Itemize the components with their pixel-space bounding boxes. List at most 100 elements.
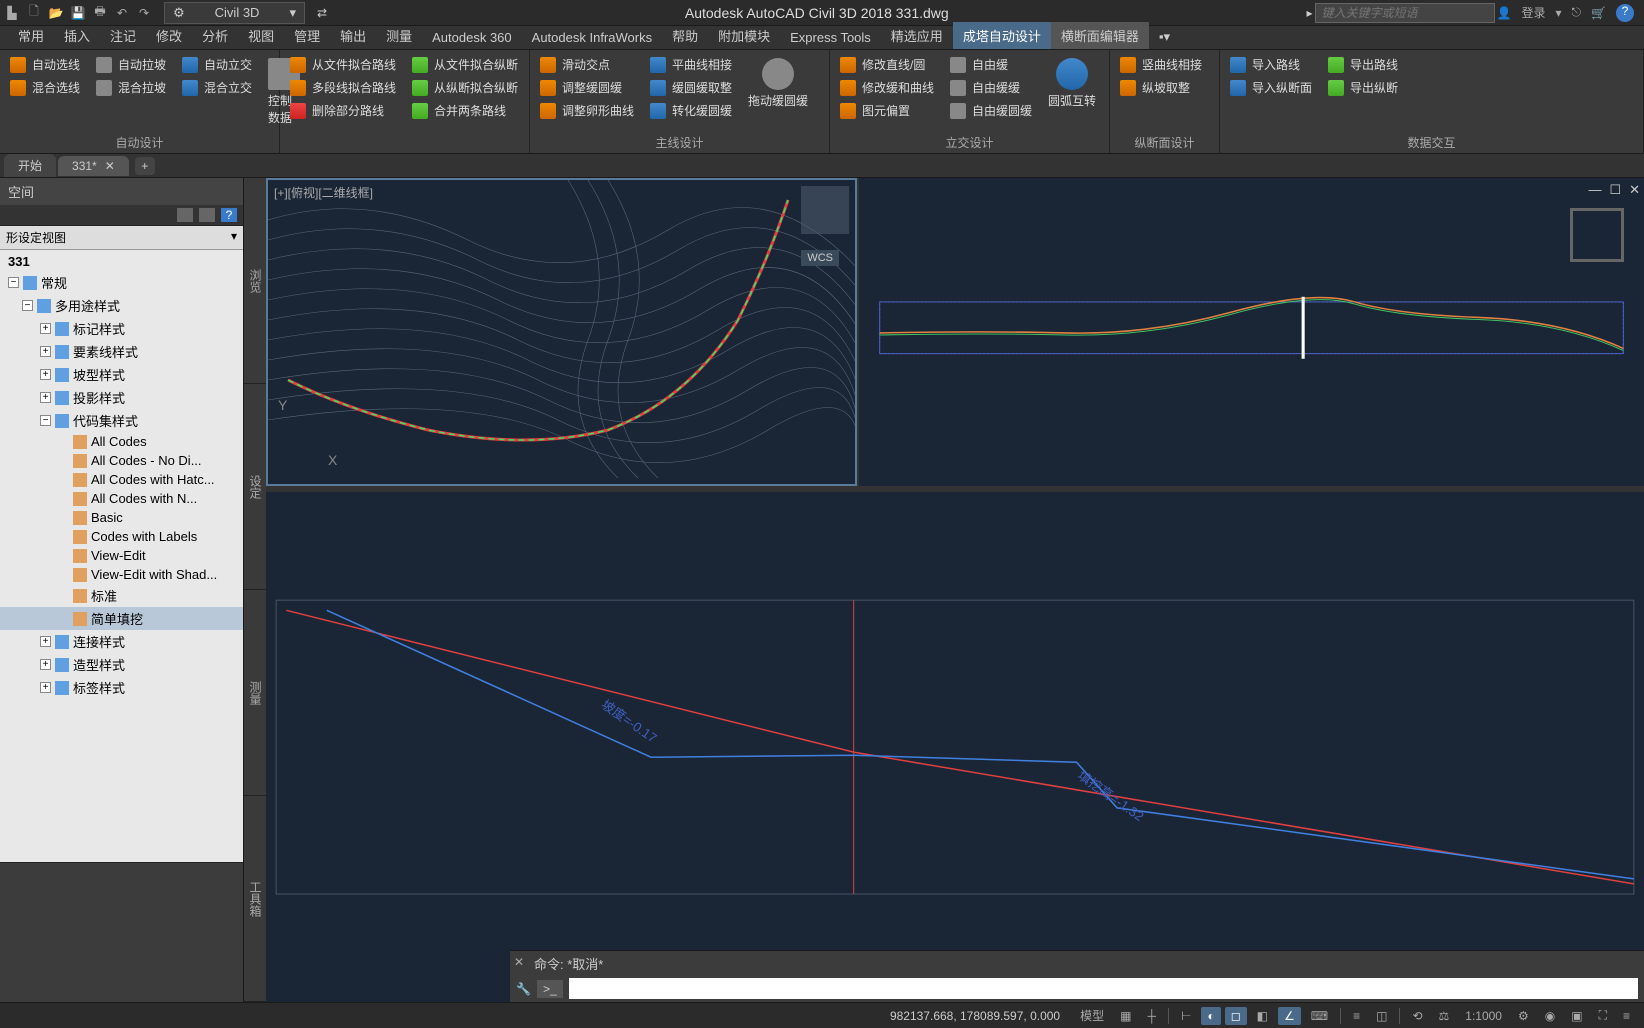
import-route-button[interactable]: 导入路线 [1226, 54, 1316, 75]
close-icon[interactable]: ✕ [1629, 182, 1640, 198]
osnap-icon[interactable]: ◻ [1225, 1007, 1247, 1025]
hcurve-connect-button[interactable]: 平曲线相接 [646, 54, 736, 75]
file-tab[interactable]: 开始 [4, 154, 56, 177]
ribbon-tab-16[interactable]: 横断面编辑器 [1051, 22, 1149, 49]
offset-entity-button[interactable]: 图元偏置 [836, 100, 938, 121]
expand-icon[interactable]: − [8, 277, 19, 288]
adjust-egg-button[interactable]: 调整卵形曲线 [536, 100, 638, 121]
auto-slope-button[interactable]: 自动拉坡 [92, 54, 170, 75]
otrack-icon[interactable]: ∠ [1278, 1007, 1301, 1025]
new-tab-button[interactable]: + [135, 157, 155, 175]
tree-node[interactable]: Basic [0, 508, 243, 527]
ribbon-tab-13[interactable]: Express Tools [780, 26, 881, 49]
close-icon[interactable]: ✕ [514, 955, 524, 969]
cart-icon[interactable]: 🛒 [1591, 6, 1606, 20]
export-route-button[interactable]: 导出路线 [1324, 54, 1402, 75]
side-tab[interactable]: 设定 [244, 384, 266, 590]
close-icon[interactable]: ✕ [105, 159, 115, 173]
profile-overview-viewport[interactable] [859, 178, 1644, 486]
view-selector[interactable]: 形设定视图▾ [0, 226, 243, 250]
free-scs-button[interactable]: 自由缓圆缓 [946, 100, 1036, 121]
3dosnap-icon[interactable]: ◧ [1251, 1007, 1274, 1025]
viewcube[interactable] [1570, 208, 1624, 262]
edit-line-circle-button[interactable]: 修改直线/圆 [836, 54, 938, 75]
ribbon-tab-12[interactable]: 附加模块 [708, 22, 780, 49]
section-viewport[interactable]: 坡度=-0.17 填挖高=-1.32 [266, 492, 1644, 1002]
ribbon-tab-10[interactable]: Autodesk InfraWorks [522, 26, 662, 49]
expand-icon[interactable]: + [40, 369, 51, 380]
ribbon-tab-6[interactable]: 管理 [284, 22, 330, 49]
help-search-input[interactable] [1315, 3, 1495, 23]
transparency-icon[interactable]: ◫ [1370, 1007, 1393, 1025]
auto-select-line-button[interactable]: 自动选线 [6, 54, 84, 75]
ribbon-tab-0[interactable]: 常用 [8, 22, 54, 49]
ribbon-tab-2[interactable]: 注记 [100, 22, 146, 49]
scs-round-button[interactable]: 缓圆缓取整 [646, 77, 736, 98]
expand-icon[interactable]: + [40, 392, 51, 403]
free-ss-button[interactable]: 自由缓缓 [946, 77, 1036, 98]
vcurve-connect-button[interactable]: 竖曲线相接 [1116, 54, 1206, 75]
tree-node[interactable]: +要素线样式 [0, 340, 243, 363]
tree-node[interactable]: View-Edit with Shad... [0, 565, 243, 584]
tree-node[interactable]: All Codes - No Di... [0, 451, 243, 470]
viewcube[interactable] [801, 186, 849, 234]
hardware-accel-icon[interactable]: ▣ [1565, 1007, 1588, 1025]
redo-icon[interactable]: ↷ [136, 5, 152, 21]
share-icon[interactable]: ⇄ [317, 6, 327, 20]
arrow-icon[interactable]: ▸ [1307, 6, 1313, 20]
ribbon-tab-1[interactable]: 插入 [54, 22, 100, 49]
cycling-icon[interactable]: ⟲ [1406, 1007, 1428, 1025]
side-tab[interactable]: 工具箱 [244, 796, 266, 1002]
free-spiral-button[interactable]: 自由缓 [946, 54, 1036, 75]
ribbon-tab-8[interactable]: 测量 [376, 22, 422, 49]
maximize-icon[interactable]: ☐ [1609, 182, 1621, 198]
expand-icon[interactable]: + [40, 323, 51, 334]
ribbon-tab-14[interactable]: 精选应用 [881, 22, 953, 49]
grid-icon[interactable]: ▦ [1114, 1007, 1137, 1025]
print-icon[interactable]: 🖶 [92, 5, 108, 21]
export-profile-button[interactable]: 导出纵断 [1324, 77, 1402, 98]
isolate-icon[interactable]: ◉ [1539, 1007, 1561, 1025]
polar-icon[interactable]: ◐ [1201, 1007, 1220, 1025]
tree-node[interactable]: All Codes [0, 432, 243, 451]
model-space-button[interactable]: 模型 [1074, 1005, 1110, 1026]
annotation-scale-icon[interactable]: ⚖ [1433, 1007, 1456, 1025]
ribbon-tab-11[interactable]: 帮助 [662, 22, 708, 49]
gear-icon[interactable]: ⚙ [1512, 1007, 1535, 1025]
ortho-icon[interactable]: ⊢ [1175, 1007, 1197, 1025]
side-tab[interactable]: 测量 [244, 590, 266, 796]
mix-select-line-button[interactable]: 混合选线 [6, 77, 84, 98]
tree-node[interactable]: +连接样式 [0, 630, 243, 653]
tree-node[interactable]: −代码集样式 [0, 409, 243, 432]
ribbon-tab-4[interactable]: 分析 [192, 22, 238, 49]
tree-node[interactable]: View-Edit [0, 546, 243, 565]
slide-pi-button[interactable]: 滑动交点 [536, 54, 638, 75]
tree-node[interactable]: +造型样式 [0, 653, 243, 676]
ribbon-tab-9[interactable]: Autodesk 360 [422, 26, 522, 49]
tree-root[interactable]: 331 [0, 252, 243, 271]
merge-routes-button[interactable]: 合并两条路线 [408, 100, 522, 121]
fit-route-polyline-button[interactable]: 多段线拟合路线 [286, 77, 400, 98]
ribbon-tab-3[interactable]: 修改 [146, 22, 192, 49]
expand-icon[interactable]: − [22, 300, 33, 311]
ribbon-options-icon[interactable]: ▪︎▾ [1149, 25, 1180, 49]
workspace-selector[interactable]: ⚙ Civil 3D ▾ [164, 2, 305, 24]
tree-node[interactable]: +标记样式 [0, 317, 243, 340]
expand-icon[interactable]: + [40, 659, 51, 670]
undo-icon[interactable]: ↶ [114, 5, 130, 21]
tree-node[interactable]: 简单填挖 [0, 607, 243, 630]
side-tab[interactable]: 浏览 [244, 178, 266, 384]
tree-node[interactable]: −多用途样式 [0, 294, 243, 317]
clean-screen-icon[interactable]: ⛶ [1593, 1006, 1613, 1025]
lineweight-icon[interactable]: ≡ [1347, 1007, 1366, 1025]
edit-spiral-button[interactable]: 修改缓和曲线 [836, 77, 938, 98]
file-tab[interactable]: 331*✕ [58, 156, 129, 176]
import-profile-button[interactable]: 导入纵断面 [1226, 77, 1316, 98]
tree-node[interactable]: 标准 [0, 584, 243, 607]
wrench-icon[interactable]: 🔧 [516, 982, 531, 996]
tree-node[interactable]: +投影样式 [0, 386, 243, 409]
ribbon-tab-15[interactable]: 成塔自动设计 [953, 22, 1051, 49]
fit-route-file-button[interactable]: 从文件拟合路线 [286, 54, 400, 75]
minimize-icon[interactable]: — [1588, 182, 1601, 198]
new-icon[interactable]: 🗋 [26, 5, 42, 21]
